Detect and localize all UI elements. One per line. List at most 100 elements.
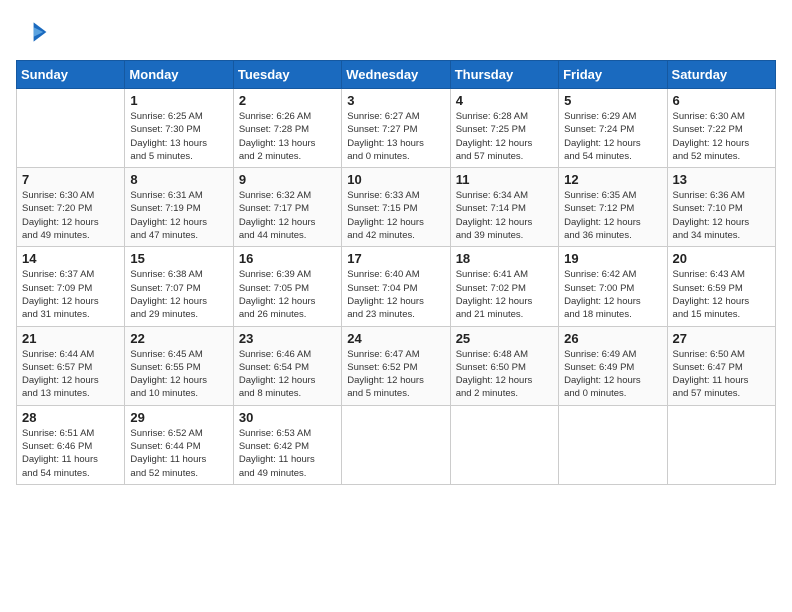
day-number: 5: [564, 93, 661, 108]
calendar-cell: 26Sunrise: 6:49 AM Sunset: 6:49 PM Dayli…: [559, 326, 667, 405]
day-number: 29: [130, 410, 227, 425]
page-header: [16, 16, 776, 48]
day-header-thursday: Thursday: [450, 61, 558, 89]
day-number: 25: [456, 331, 553, 346]
day-info: Sunrise: 6:30 AM Sunset: 7:22 PM Dayligh…: [673, 110, 770, 163]
calendar-cell: 4Sunrise: 6:28 AM Sunset: 7:25 PM Daylig…: [450, 89, 558, 168]
calendar-cell: [559, 405, 667, 484]
calendar-cell: 3 Sunrise: 6:27 AM Sunset: 7:27 PM Daylig…: [342, 89, 450, 168]
calendar-cell: 29 Sunrise: 6:52 AM Sunset: 6:44 PM Dayli…: [125, 405, 233, 484]
calendar-cell: 24 Sunrise: 6:47 AM Sunset: 6:52 PM Dayli…: [342, 326, 450, 405]
day-number: 7: [22, 172, 119, 187]
day-info: Sunrise: 6:41 AM Sunset: 7:02 PM Dayligh…: [456, 268, 553, 321]
day-number: 10: [347, 172, 444, 187]
day-number: 16: [239, 251, 336, 266]
day-number: 3: [347, 93, 444, 108]
day-number: 24: [347, 331, 444, 346]
day-info: Sunrise: 6:50 AM Sunset: 6:47 PM Dayligh…: [673, 348, 770, 401]
day-header-friday: Friday: [559, 61, 667, 89]
day-info: Sunrise: 6:44 AM Sunset: 6:57 PM Dayligh…: [22, 348, 119, 401]
day-info: Sunrise: 6:43 AM Sunset: 6:59 PM Dayligh…: [673, 268, 770, 321]
logo-icon: [16, 16, 48, 48]
calendar-cell: 9 Sunrise: 6:32 AM Sunset: 7:17 PM Daylig…: [233, 168, 341, 247]
calendar-cell: 8Sunrise: 6:31 AM Sunset: 7:19 PM Daylig…: [125, 168, 233, 247]
calendar-cell: 17 Sunrise: 6:40 AM Sunset: 7:04 PM Dayli…: [342, 247, 450, 326]
calendar-cell: 10 Sunrise: 6:33 AM Sunset: 7:15 PM Dayli…: [342, 168, 450, 247]
day-number: 12: [564, 172, 661, 187]
calendar-cell: [342, 405, 450, 484]
day-number: 28: [22, 410, 119, 425]
day-info: Sunrise: 6:46 AM Sunset: 6:54 PM Dayligh…: [239, 348, 336, 401]
calendar-cell: 22 Sunrise: 6:45 AM Sunset: 6:55 PM Dayli…: [125, 326, 233, 405]
calendar-cell: 30Sunrise: 6:53 AM Sunset: 6:42 PM Dayli…: [233, 405, 341, 484]
calendar-cell: 23 Sunrise: 6:46 AM Sunset: 6:54 PM Dayli…: [233, 326, 341, 405]
calendar-cell: 28 Sunrise: 6:51 AM Sunset: 6:46 PM Dayli…: [17, 405, 125, 484]
day-info: Sunrise: 6:42 AM Sunset: 7:00 PM Dayligh…: [564, 268, 661, 321]
day-info: Sunrise: 6:26 AM Sunset: 7:28 PM Dayligh…: [239, 110, 336, 163]
day-number: 23: [239, 331, 336, 346]
day-info: Sunrise: 6:47 AM Sunset: 6:52 PM Dayligh…: [347, 348, 444, 401]
day-number: 22: [130, 331, 227, 346]
calendar-cell: 20 Sunrise: 6:43 AM Sunset: 6:59 PM Dayli…: [667, 247, 775, 326]
day-info: Sunrise: 6:40 AM Sunset: 7:04 PM Dayligh…: [347, 268, 444, 321]
day-number: 27: [673, 331, 770, 346]
calendar-cell: 11 Sunrise: 6:34 AM Sunset: 7:14 PM Dayli…: [450, 168, 558, 247]
calendar-cell: 21Sunrise: 6:44 AM Sunset: 6:57 PM Dayli…: [17, 326, 125, 405]
day-number: 14: [22, 251, 119, 266]
calendar-cell: 18 Sunrise: 6:41 AM Sunset: 7:02 PM Dayli…: [450, 247, 558, 326]
calendar-week-4: 21Sunrise: 6:44 AM Sunset: 6:57 PM Dayli…: [17, 326, 776, 405]
day-number: 6: [673, 93, 770, 108]
day-number: 17: [347, 251, 444, 266]
day-info: Sunrise: 6:33 AM Sunset: 7:15 PM Dayligh…: [347, 189, 444, 242]
day-header-sunday: Sunday: [17, 61, 125, 89]
calendar-cell: 25 Sunrise: 6:48 AM Sunset: 6:50 PM Dayli…: [450, 326, 558, 405]
day-number: 8: [130, 172, 227, 187]
calendar-cell: 12 Sunrise: 6:35 AM Sunset: 7:12 PM Dayli…: [559, 168, 667, 247]
day-number: 11: [456, 172, 553, 187]
day-info: Sunrise: 6:51 AM Sunset: 6:46 PM Dayligh…: [22, 427, 119, 480]
calendar-cell: [667, 405, 775, 484]
calendar-cell: 16 Sunrise: 6:39 AM Sunset: 7:05 PM Dayli…: [233, 247, 341, 326]
day-number: 4: [456, 93, 553, 108]
day-info: Sunrise: 6:39 AM Sunset: 7:05 PM Dayligh…: [239, 268, 336, 321]
day-header-monday: Monday: [125, 61, 233, 89]
day-info: Sunrise: 6:53 AM Sunset: 6:42 PM Dayligh…: [239, 427, 336, 480]
calendar-cell: [450, 405, 558, 484]
day-info: Sunrise: 6:25 AM Sunset: 7:30 PM Dayligh…: [130, 110, 227, 163]
day-info: Sunrise: 6:27 AM Sunset: 7:27 PM Dayligh…: [347, 110, 444, 163]
calendar-cell: 1 Sunrise: 6:25 AM Sunset: 7:30 PM Daylig…: [125, 89, 233, 168]
logo: [16, 16, 52, 48]
day-info: Sunrise: 6:34 AM Sunset: 7:14 PM Dayligh…: [456, 189, 553, 242]
calendar-cell: 2 Sunrise: 6:26 AM Sunset: 7:28 PM Daylig…: [233, 89, 341, 168]
day-number: 1: [130, 93, 227, 108]
day-header-saturday: Saturday: [667, 61, 775, 89]
calendar-cell: 13Sunrise: 6:36 AM Sunset: 7:10 PM Dayli…: [667, 168, 775, 247]
day-info: Sunrise: 6:37 AM Sunset: 7:09 PM Dayligh…: [22, 268, 119, 321]
day-info: Sunrise: 6:52 AM Sunset: 6:44 PM Dayligh…: [130, 427, 227, 480]
calendar-week-2: 7 Sunrise: 6:30 AM Sunset: 7:20 PM Daylig…: [17, 168, 776, 247]
calendar-cell: [17, 89, 125, 168]
day-number: 15: [130, 251, 227, 266]
day-header-tuesday: Tuesday: [233, 61, 341, 89]
day-info: Sunrise: 6:35 AM Sunset: 7:12 PM Dayligh…: [564, 189, 661, 242]
calendar-cell: 27 Sunrise: 6:50 AM Sunset: 6:47 PM Dayli…: [667, 326, 775, 405]
day-number: 13: [673, 172, 770, 187]
day-number: 19: [564, 251, 661, 266]
day-number: 20: [673, 251, 770, 266]
day-info: Sunrise: 6:32 AM Sunset: 7:17 PM Dayligh…: [239, 189, 336, 242]
calendar-week-5: 28 Sunrise: 6:51 AM Sunset: 6:46 PM Dayli…: [17, 405, 776, 484]
day-number: 9: [239, 172, 336, 187]
day-info: Sunrise: 6:30 AM Sunset: 7:20 PM Dayligh…: [22, 189, 119, 242]
calendar: SundayMondayTuesdayWednesdayThursdayFrid…: [16, 60, 776, 485]
calendar-week-3: 14 Sunrise: 6:37 AM Sunset: 7:09 PM Dayli…: [17, 247, 776, 326]
day-number: 2: [239, 93, 336, 108]
calendar-cell: 19 Sunrise: 6:42 AM Sunset: 7:00 PM Dayli…: [559, 247, 667, 326]
calendar-cell: 14 Sunrise: 6:37 AM Sunset: 7:09 PM Dayli…: [17, 247, 125, 326]
day-info: Sunrise: 6:49 AM Sunset: 6:49 PM Dayligh…: [564, 348, 661, 401]
day-info: Sunrise: 6:38 AM Sunset: 7:07 PM Dayligh…: [130, 268, 227, 321]
day-info: Sunrise: 6:48 AM Sunset: 6:50 PM Dayligh…: [456, 348, 553, 401]
calendar-header-row: SundayMondayTuesdayWednesdayThursdayFrid…: [17, 61, 776, 89]
calendar-cell: 6 Sunrise: 6:30 AM Sunset: 7:22 PM Daylig…: [667, 89, 775, 168]
day-number: 18: [456, 251, 553, 266]
day-info: Sunrise: 6:45 AM Sunset: 6:55 PM Dayligh…: [130, 348, 227, 401]
